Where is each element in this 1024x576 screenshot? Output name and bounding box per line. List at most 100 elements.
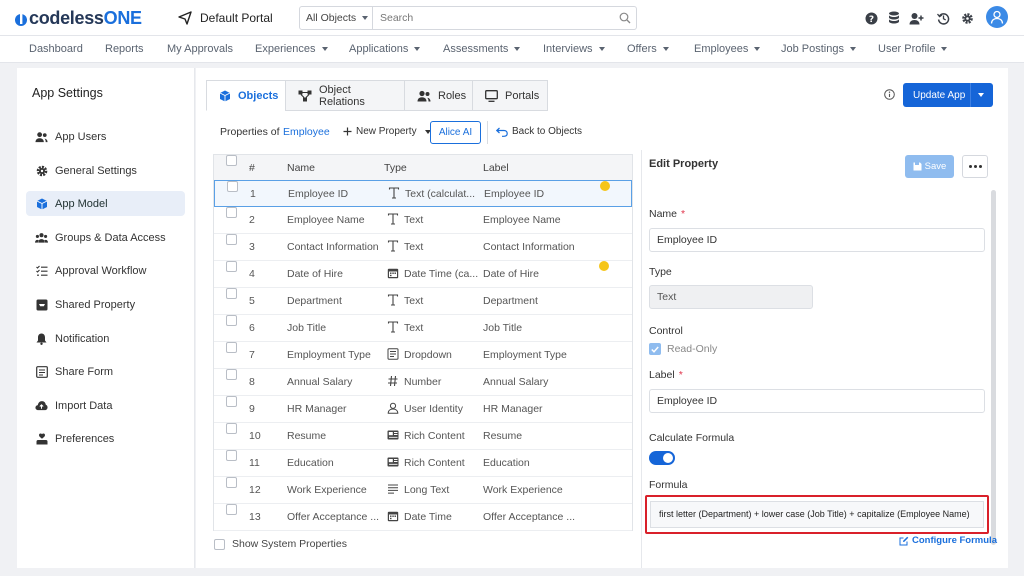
header-name[interactable]: Name <box>287 155 315 181</box>
new-property-button[interactable]: New Property <box>343 126 431 137</box>
table-row[interactable]: 6 Job Title Text Job Title <box>214 315 632 342</box>
header-num: # <box>249 162 255 174</box>
nav-reports[interactable]: Reports <box>105 43 144 55</box>
settings-gear-icon[interactable] <box>959 10 975 26</box>
nav-my-approvals[interactable]: My Approvals <box>167 43 233 55</box>
nav-user-profile[interactable]: User Profile <box>878 43 948 55</box>
formula-input[interactable]: first letter (Department) + lower case (… <box>650 501 984 528</box>
sidebar-item-app-users[interactable]: App Users <box>26 124 185 149</box>
object-name-link[interactable]: Employee <box>283 126 330 138</box>
nav-interviews[interactable]: Interviews <box>543 43 605 55</box>
help-icon[interactable]: ? <box>863 10 879 26</box>
chevron-down-icon <box>514 47 521 51</box>
row-checkbox[interactable] <box>226 342 237 353</box>
sidebar-item-notification[interactable]: Notification <box>26 326 185 351</box>
table-row[interactable]: 11 Education Rich Content Education <box>214 450 632 477</box>
name-input[interactable]: Employee ID <box>649 228 985 252</box>
row-checkbox[interactable] <box>226 207 237 218</box>
app-logo[interactable]: codeless ONE <box>14 7 142 29</box>
tab-objects[interactable]: Objects <box>206 80 286 111</box>
sidebar-item-general-settings[interactable]: General Settings <box>26 158 185 183</box>
calculate-formula-toggle[interactable] <box>649 451 675 465</box>
nav-dashboard[interactable]: Dashboard <box>29 43 83 55</box>
show-system-checkbox[interactable] <box>214 538 225 550</box>
database-icon[interactable] <box>886 10 902 26</box>
sidebar-item-preferences[interactable]: Preferences <box>26 426 185 451</box>
object-filter-select[interactable]: All Objects <box>300 7 373 29</box>
edit-panel-title: Edit Property <box>649 158 719 170</box>
search-icon[interactable] <box>614 12 636 24</box>
more-options-button[interactable] <box>962 155 988 178</box>
row-type: Date Time <box>387 504 479 530</box>
table-row[interactable]: 1 Employee ID Text (calculat... Employee ID <box>214 180 632 207</box>
chevron-down-icon[interactable] <box>978 93 984 97</box>
table-row[interactable]: 4 Date of Hire Date Time (ca... Date of Hir… <box>214 261 632 288</box>
label-input[interactable]: Employee ID <box>649 389 985 413</box>
row-checkbox[interactable] <box>226 288 237 299</box>
tab-roles[interactable]: Roles <box>404 80 473 111</box>
table-row[interactable]: 2 Employee Name Text Employee Name <box>214 207 632 234</box>
configure-formula-label: Configure Formula <box>912 535 997 546</box>
read-only-checkbox[interactable]: Read-Only <box>649 343 717 355</box>
row-label: Contact Information <box>483 241 575 253</box>
alice-ai-button[interactable]: Alice AI <box>430 121 481 144</box>
row-name: Work Experience <box>287 484 367 496</box>
configure-formula-link[interactable]: Configure Formula <box>899 535 997 546</box>
info-icon[interactable] <box>884 89 895 100</box>
table-row[interactable]: 8 Annual Salary Number Annual Salary <box>214 369 632 396</box>
header-type[interactable]: Type <box>384 155 407 181</box>
nav-employees[interactable]: Employees <box>694 43 761 55</box>
table-row[interactable]: 7 Employment Type Dropdown Employment Type <box>214 342 632 369</box>
nav-job-postings[interactable]: Job Postings <box>781 43 856 55</box>
row-checkbox[interactable] <box>226 315 237 326</box>
portal-selector[interactable]: Default Portal <box>178 9 273 27</box>
table-row[interactable]: 12 Work Experience Long Text Work Experienc… <box>214 477 632 504</box>
sidebar-item-approval-workflow[interactable]: Approval Workflow <box>26 258 185 283</box>
sidebar-item-import-data[interactable]: Import Data <box>26 393 185 418</box>
user-avatar[interactable] <box>986 6 1008 28</box>
nav-label: Offers <box>627 43 657 55</box>
row-checkbox[interactable] <box>227 181 238 192</box>
row-checkbox[interactable] <box>226 477 237 488</box>
table-row[interactable]: 3 Contact Information Text Contact Informat… <box>214 234 632 261</box>
nav-applications[interactable]: Applications <box>349 43 421 55</box>
row-checkbox[interactable] <box>226 261 237 272</box>
row-checkbox[interactable] <box>226 450 237 461</box>
sidebar-item-label: Groups & Data Access <box>55 231 166 244</box>
row-checkbox[interactable] <box>226 423 237 434</box>
nav-label: Job Postings <box>781 43 844 55</box>
panel-scrollbar[interactable] <box>991 190 996 545</box>
row-type: Dropdown <box>387 342 479 368</box>
table-row[interactable]: 5 Department Text Department <box>214 288 632 315</box>
header-label[interactable]: Label <box>483 155 509 181</box>
save-button[interactable]: Save <box>905 155 954 178</box>
sidebar-item-app-model[interactable]: App Model <box>26 191 185 216</box>
table-row[interactable]: 13 Offer Acceptance ... Date Time Offer Acc… <box>214 504 632 531</box>
nav-offers[interactable]: Offers <box>627 43 669 55</box>
tab-object-relations[interactable]: Object Relations <box>285 80 405 111</box>
formula-field-label: Formula <box>649 479 688 491</box>
table-row[interactable]: 9 HR Manager User Identity HR Manager <box>214 396 632 423</box>
hash-icon <box>387 371 399 387</box>
nav-assessments[interactable]: Assessments <box>443 43 521 55</box>
sidebar-item-shared-property[interactable]: Shared Property <box>26 292 185 317</box>
table-row[interactable]: 10 Resume Rich Content Resume <box>214 423 632 450</box>
row-checkbox[interactable] <box>226 504 237 515</box>
add-user-icon[interactable] <box>908 10 924 26</box>
history-icon[interactable] <box>935 10 951 26</box>
row-type: Text <box>387 207 479 233</box>
row-checkbox[interactable] <box>226 369 237 380</box>
sidebar-item-groups-data-access[interactable]: Groups & Data Access <box>26 225 185 250</box>
select-all-checkbox[interactable] <box>226 155 237 166</box>
tab-portals[interactable]: Portals <box>472 80 548 111</box>
update-app-button[interactable]: Update App <box>903 83 993 107</box>
show-system-properties[interactable]: Show System Properties <box>214 538 347 550</box>
back-to-objects-button[interactable]: Back to Objects <box>496 126 582 137</box>
search-input[interactable]: Search <box>373 12 614 24</box>
row-checkbox[interactable] <box>226 396 237 407</box>
sidebar-title: App Settings <box>32 86 103 100</box>
sidebar-item-share-form[interactable]: Share Form <box>26 359 185 384</box>
row-checkbox[interactable] <box>226 234 237 245</box>
nav-experiences[interactable]: Experiences <box>255 43 328 55</box>
dot-icon <box>978 165 982 168</box>
